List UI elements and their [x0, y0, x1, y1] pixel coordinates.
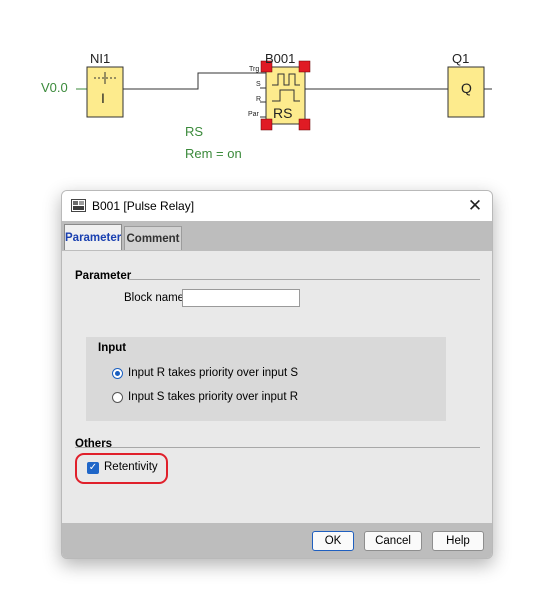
selection-handle[interactable]: [260, 118, 273, 131]
radio-s-priority-label[interactable]: Input S takes priority over input R: [128, 391, 298, 403]
group-divider: [75, 447, 480, 448]
ni1-symbol: I: [101, 90, 105, 106]
block-name-label: Block name:: [124, 292, 188, 304]
title-bar[interactable]: B001 [Pulse Relay] ✕: [62, 191, 492, 221]
tab-parameter[interactable]: Parameter: [64, 224, 122, 250]
ni1-name: NI1: [90, 51, 111, 66]
help-button[interactable]: Help: [432, 531, 484, 551]
b001-symbol: RS: [273, 105, 293, 121]
b001-name: B001: [265, 51, 296, 66]
dialog-title: B001 [Pulse Relay]: [92, 199, 195, 213]
pin-trg-label: Trg: [249, 66, 260, 73]
cancel-button[interactable]: Cancel: [364, 531, 422, 551]
wire-ni1-trg: [123, 72, 266, 90]
tab-comment[interactable]: Comment: [124, 226, 182, 250]
tab-bar: Parameter Comment: [62, 221, 492, 251]
block-name-input[interactable]: [182, 289, 300, 307]
block-info-retentive: Rem = on: [185, 146, 242, 161]
input-label: V0.0: [41, 80, 68, 95]
radio-r-priority-label[interactable]: Input R takes priority over input S: [128, 367, 298, 379]
function-block-diagram: V0.0 NI1 I B001 Trg S R Par RS Q1 Q RS R…: [0, 0, 546, 180]
ok-button[interactable]: OK: [312, 531, 354, 551]
parameter-group-title: Parameter: [75, 270, 132, 282]
others-group-title: Others: [75, 438, 113, 450]
highlight-annotation: [75, 453, 168, 484]
q1-name: Q1: [452, 51, 470, 66]
pin-r-label: R: [256, 96, 262, 103]
block-info-type: RS: [185, 124, 204, 139]
selection-handle[interactable]: [298, 118, 311, 131]
logo-app-icon: [71, 199, 86, 212]
pin-s-label: S: [256, 81, 261, 88]
radio-r-priority[interactable]: [112, 368, 123, 379]
input-group-title: Input: [98, 342, 127, 354]
radio-s-priority[interactable]: [112, 392, 123, 403]
pin-par-label: Par: [248, 111, 259, 118]
group-divider: [128, 279, 480, 280]
parameter-panel: Parameter Block name: Input Input R take…: [62, 251, 492, 523]
close-icon[interactable]: ✕: [464, 195, 486, 217]
input-priority-group: Input Input R takes priority over input …: [86, 337, 446, 421]
ni1-block[interactable]: [86, 66, 124, 118]
dialog-footer: OK Cancel Help: [62, 523, 492, 558]
selection-handle[interactable]: [298, 60, 311, 73]
q1-symbol: Q: [461, 80, 472, 96]
pulse-relay-dialog: B001 [Pulse Relay] ✕ Parameter Comment P…: [61, 190, 493, 559]
